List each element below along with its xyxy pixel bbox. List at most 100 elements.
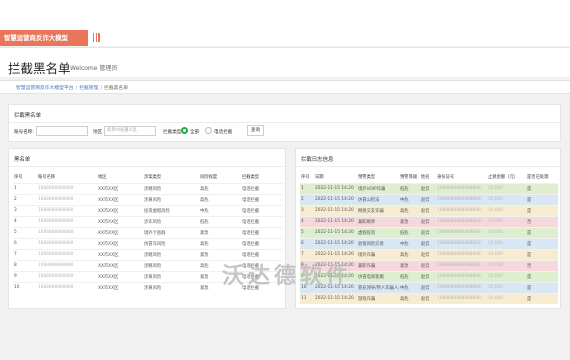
brand-logo-title[interactable]: 智慧运营商反诈大模型	[0, 30, 88, 46]
table-cell: XX市XX区	[97, 204, 143, 216]
table-row[interactable]: 2 2022-11-15 14:20 仿冒公检法 中危 赵云 18888888888888…	[300, 193, 558, 205]
table-cell: 9	[13, 270, 37, 282]
table-row[interactable]: 11 2022-11-15 14:20 游戏诈骗 高危 赵云 18888888888888…	[300, 292, 558, 304]
table-cell: 低危	[199, 215, 241, 227]
table-row[interactable]: 2 1888888888888 XX市XX区 涉黄风险 高危 电话拦截	[13, 193, 283, 205]
table-cell: 中危	[399, 281, 420, 293]
table-cell: 赵云	[420, 204, 436, 216]
table-cell: 赵云	[420, 292, 436, 304]
table-cell: 涉赌风险	[143, 182, 199, 194]
breadcrumb-current: 拦截黑名单	[104, 86, 129, 91]
table-cell: 3	[13, 204, 37, 216]
table-cell: 否	[526, 215, 558, 227]
breadcrumb-separator: /	[75, 86, 78, 91]
divider	[9, 166, 285, 167]
table-cell: XX市XX区	[97, 259, 143, 271]
table-cell: 1888888888888888	[436, 182, 487, 194]
table-cell: 境外卡密群	[143, 226, 199, 238]
table-cell: 兼职诈骗	[357, 259, 399, 271]
table-cell: 1888888888888	[37, 237, 97, 249]
table-row[interactable]: 4 2022-11-15 14:20 兼职刷单 紧急 赵云 188888888888888…	[300, 215, 558, 227]
table-cell: 1888888888888	[37, 270, 97, 282]
blacklist-column-header: 涉案类型	[144, 174, 162, 180]
table-cell: 1888888888888888	[436, 215, 487, 227]
table-cell: 10,000	[487, 182, 526, 194]
table-cell: 电话拦截	[241, 215, 283, 227]
table-row[interactable]: 6 2022-11-15 14:20 退保风险交易 中危 赵云 1888888888888…	[300, 237, 558, 249]
table-cell: 1888888888888888	[436, 193, 487, 205]
table-cell: 电话拦截	[241, 204, 283, 216]
table-cell: 赵云	[420, 270, 436, 282]
table-row[interactable]: 1 1888888888888 XX市XX区 涉赌风险 高危 电话拦截	[13, 182, 283, 194]
number-label: 账号名称:	[14, 130, 34, 135]
table-cell: XX市XX区	[97, 281, 143, 293]
blacklist-column-header: 风险程度	[200, 174, 218, 180]
watermark: 沃达德软件	[222, 264, 353, 289]
table-cell: 6	[300, 237, 314, 249]
divider	[9, 122, 560, 123]
breadcrumb-bar: 智慧运营商反诈大模型平台 / 拦截管理 / 拦截黑名单	[0, 80, 570, 94]
table-cell: 5	[300, 226, 314, 238]
table-row[interactable]: 5 1888888888888 XX市XX区 境外卡密群 紧急 电话拦截	[13, 226, 283, 238]
table-cell: 赵云	[420, 182, 436, 194]
region-input[interactable]: 如贵州省遵义区	[104, 126, 156, 136]
query-button[interactable]: 查询	[247, 125, 264, 136]
radio-all[interactable]	[181, 127, 188, 134]
table-cell: 10,000	[487, 270, 526, 282]
table-cell: 境外VOIP诈骗	[357, 182, 399, 194]
table-cell: XX市XX区	[97, 182, 143, 194]
region-label: 地区	[93, 130, 103, 135]
table-cell: 2022-11-15 14:20	[314, 193, 357, 205]
table-cell: 赵云	[420, 193, 436, 205]
radio-phone-label: 电话拦截	[214, 130, 233, 135]
table-cell: 网络交友诈骗	[357, 204, 399, 216]
blacklist-column-header: 拦截类型	[242, 174, 260, 180]
table-cell: 高危	[199, 182, 241, 194]
log-column-header: 日期	[315, 174, 324, 180]
menu-toggle-icon[interactable]	[93, 33, 100, 43]
number-input[interactable]	[36, 126, 88, 136]
table-cell: 4	[13, 215, 37, 227]
top-bar: 智慧运营商反诈大模型	[0, 0, 570, 46]
table-cell: 是	[526, 270, 558, 282]
table-cell: 10,000	[487, 226, 526, 238]
table-row[interactable]: 1 2022-11-15 14:20 境外VOIP诈骗 低危 赵云 18888888888…	[300, 182, 558, 194]
table-cell: 中危	[199, 204, 241, 216]
table-cell: 退保风险交易	[357, 237, 399, 249]
table-cell: 游戏诈骗	[357, 292, 399, 304]
table-cell: 2022-11-15 14:20	[314, 292, 357, 304]
table-row[interactable]: 5 2022-11-15 14:20 虚假投资 低危 赵云 188888888888888…	[300, 226, 558, 238]
log-column-header: 预警类型	[358, 174, 376, 180]
table-cell: 2022-11-15 14:20	[314, 226, 357, 238]
table-row[interactable]: 3 1888888888888 XX市XX区 投资虚假风险 中危 电话拦截	[13, 204, 283, 216]
table-cell: 涉黄风险	[143, 270, 199, 282]
table-cell: 2	[300, 193, 314, 205]
table-row[interactable]: 6 1888888888888 XX市XX区 仿冒诈风险 高危 电话拦截	[13, 237, 283, 249]
table-cell: 是	[526, 237, 558, 249]
table-cell: XX市XX区	[97, 237, 143, 249]
table-cell: 虚假投资	[357, 226, 399, 238]
table-cell: 涉黄风险	[143, 281, 199, 293]
table-cell: 11	[300, 292, 314, 304]
table-row[interactable]: 4 1888888888888 XX市XX区 涉诈风险 低危 电话拦截	[13, 215, 283, 227]
table-cell: 紧急	[399, 215, 420, 227]
table-cell: 电话拦截	[241, 193, 283, 205]
table-cell: 低危	[399, 182, 420, 194]
divider	[296, 166, 560, 167]
table-row[interactable]: 3 2022-11-15 14:20 网络交友诈骗 高危 赵云 1888888888888…	[300, 204, 558, 216]
type-label: 拦截类型	[163, 130, 182, 135]
breadcrumb-parent[interactable]: 拦截管理	[79, 86, 98, 91]
table-cell: 1888888888888888	[436, 270, 487, 282]
table-cell: 1888888888888	[37, 204, 97, 216]
table-cell: 涉黄风险	[143, 193, 199, 205]
table-cell: 8	[13, 259, 37, 271]
radio-phone[interactable]	[205, 127, 212, 134]
table-cell: 赵云	[420, 281, 436, 293]
table-cell: 1888888888888888	[436, 259, 487, 271]
table-cell: 10,000	[487, 204, 526, 216]
table-cell: 高危	[199, 193, 241, 205]
table-cell: 1888888888888	[37, 215, 97, 227]
breadcrumb-root[interactable]: 智慧运营商反诈大模型平台	[16, 86, 74, 91]
log-column-header: 姓名	[421, 174, 430, 180]
table-cell: 是	[526, 193, 558, 205]
